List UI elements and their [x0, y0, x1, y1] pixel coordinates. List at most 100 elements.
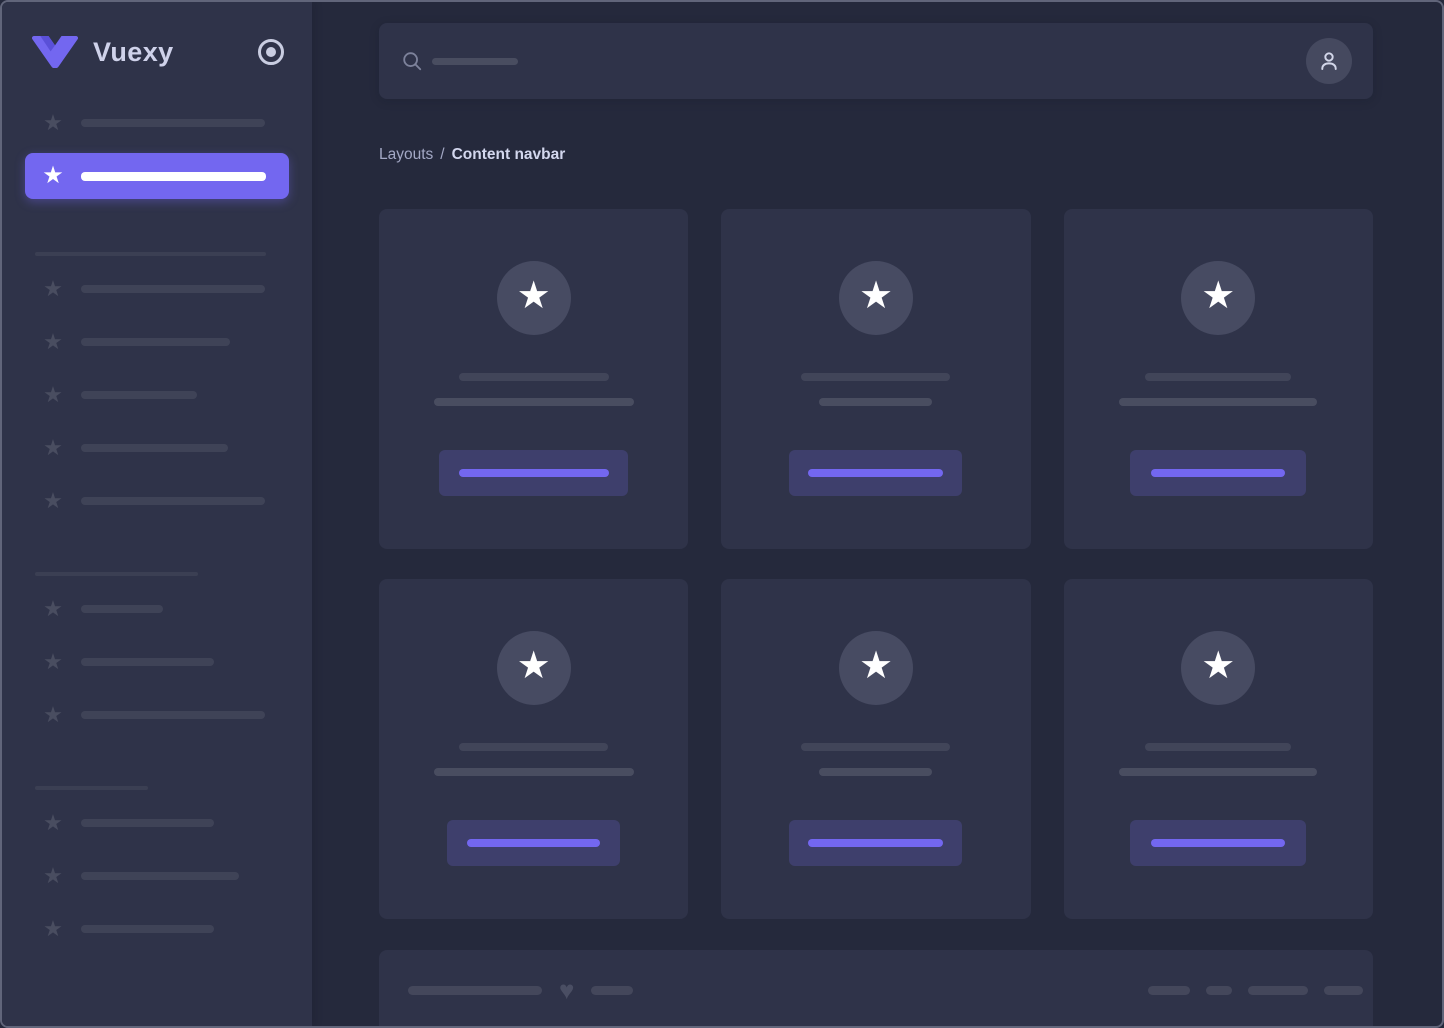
sidebar-item[interactable]: ★ [25, 324, 289, 360]
card-action-button[interactable] [1130, 450, 1306, 496]
menu-pin-toggle-icon[interactable] [258, 39, 284, 65]
demo-card: ★ [379, 209, 688, 549]
menu-label-skeleton [81, 711, 265, 719]
card-action-button[interactable] [789, 820, 962, 866]
menu-label-skeleton [81, 285, 265, 293]
demo-card: ★ [1064, 209, 1373, 549]
person-icon [1316, 48, 1342, 74]
sidebar-item[interactable]: ★ [25, 644, 289, 680]
star-icon: ★ [859, 647, 893, 685]
star-icon: ★ [41, 865, 65, 887]
star-icon: ★ [41, 437, 65, 459]
cards-grid: ★ ★ ★ ★ ★ ★ [379, 209, 1373, 919]
footer: ♥ [379, 950, 1373, 1028]
footer-copyright-skeleton [408, 986, 542, 995]
card-title-skeleton [801, 743, 950, 751]
sidebar-item[interactable]: ★ [25, 271, 289, 307]
demo-card: ★ [721, 579, 1030, 919]
button-label-skeleton [808, 839, 943, 847]
card-title-skeleton [459, 373, 609, 381]
card-title-skeleton [1145, 373, 1291, 381]
card-text-skeleton [434, 768, 634, 776]
card-text-skeleton [819, 398, 932, 406]
sidebar-item[interactable]: ★ [25, 591, 289, 627]
search-placeholder-skeleton [432, 58, 518, 65]
card-star-avatar: ★ [839, 261, 913, 335]
card-title-skeleton [459, 743, 608, 751]
demo-card: ★ [379, 579, 688, 919]
menu-label-skeleton [81, 819, 214, 827]
card-title-skeleton [1145, 743, 1291, 751]
sidebar-item[interactable]: ★ [25, 858, 289, 894]
demo-card: ★ [1064, 579, 1373, 919]
card-text-skeleton [1119, 398, 1317, 406]
button-label-skeleton [1151, 839, 1285, 847]
card-text-skeleton [1119, 768, 1317, 776]
menu-label-skeleton [81, 872, 239, 880]
card-star-avatar: ★ [1181, 261, 1255, 335]
vuexy-logo-icon [32, 36, 78, 68]
star-icon: ★ [41, 112, 65, 134]
sidebar-item-active[interactable]: ★ [25, 153, 289, 199]
card-action-button[interactable] [439, 450, 628, 496]
star-icon: ★ [1201, 277, 1235, 315]
card-text-skeleton [819, 768, 932, 776]
star-icon: ★ [41, 598, 65, 620]
card-star-avatar: ★ [839, 631, 913, 705]
menu-label-skeleton [81, 925, 214, 933]
search-input[interactable] [401, 50, 518, 72]
star-icon: ★ [41, 490, 65, 512]
menu-label-skeleton [81, 497, 265, 505]
star-icon: ★ [41, 651, 65, 673]
card-title-skeleton [801, 373, 950, 381]
card-action-button[interactable] [789, 450, 962, 496]
user-avatar[interactable] [1306, 38, 1352, 84]
main-content: Layouts/Content navbar ★★★★★★ ♥ [312, 2, 1442, 1028]
button-label-skeleton [1151, 469, 1285, 477]
menu-label-skeleton [81, 338, 230, 346]
demo-card: ★ [721, 209, 1030, 549]
menu-label-skeleton [81, 391, 197, 399]
star-icon: ★ [1201, 647, 1235, 685]
sidebar: Vuexy ★ ★ ★ ★ ★ ★ ★ ★ ★ ★ ★ ★ ★ [2, 2, 312, 1026]
star-icon: ★ [41, 278, 65, 300]
button-label-skeleton [467, 839, 600, 847]
star-icon: ★ [859, 277, 893, 315]
footer-credit-skeleton [591, 986, 633, 995]
heart-icon: ♥ [559, 980, 574, 1000]
sidebar-item[interactable]: ★ [25, 430, 289, 466]
nav-section-title-skeleton [35, 572, 198, 576]
sidebar-item[interactable]: ★ [25, 105, 289, 141]
sidebar-item[interactable]: ★ [25, 911, 289, 947]
footer-link-skeleton [1324, 986, 1363, 995]
menu-label-skeleton [81, 605, 163, 613]
footer-link-skeleton [1206, 986, 1232, 995]
star-icon: ★ [41, 331, 65, 353]
star-icon: ★ [41, 812, 65, 834]
sidebar-nav: ★ ★ ★ ★ ★ ★ ★ ★ ★ ★ ★ ★ ★ [2, 68, 312, 947]
breadcrumb-parent[interactable]: Layouts [379, 146, 433, 163]
card-text-skeleton [434, 398, 634, 406]
card-star-avatar: ★ [497, 261, 571, 335]
footer-link-skeleton [1248, 986, 1308, 995]
card-action-button[interactable] [1130, 820, 1306, 866]
sidebar-item[interactable]: ★ [25, 377, 289, 413]
sidebar-item[interactable]: ★ [25, 805, 289, 841]
menu-label-skeleton [81, 658, 214, 666]
footer-link-skeleton [1148, 986, 1190, 995]
star-icon: ★ [41, 704, 65, 726]
card-action-button[interactable] [447, 820, 620, 866]
breadcrumb-separator: / [440, 146, 444, 163]
pin-dot [266, 47, 276, 57]
button-label-skeleton [459, 469, 609, 477]
app-window: Vuexy ★ ★ ★ ★ ★ ★ ★ ★ ★ ★ ★ ★ ★ [0, 0, 1444, 1028]
star-icon: ★ [41, 164, 65, 188]
footer-links [1132, 986, 1363, 995]
sidebar-item[interactable]: ★ [25, 483, 289, 519]
sidebar-item[interactable]: ★ [25, 697, 289, 733]
card-star-avatar: ★ [1181, 631, 1255, 705]
search-icon [401, 50, 423, 72]
brand-row[interactable]: Vuexy [2, 2, 312, 68]
breadcrumb: Layouts/Content navbar [379, 145, 1373, 165]
star-icon: ★ [517, 277, 551, 315]
